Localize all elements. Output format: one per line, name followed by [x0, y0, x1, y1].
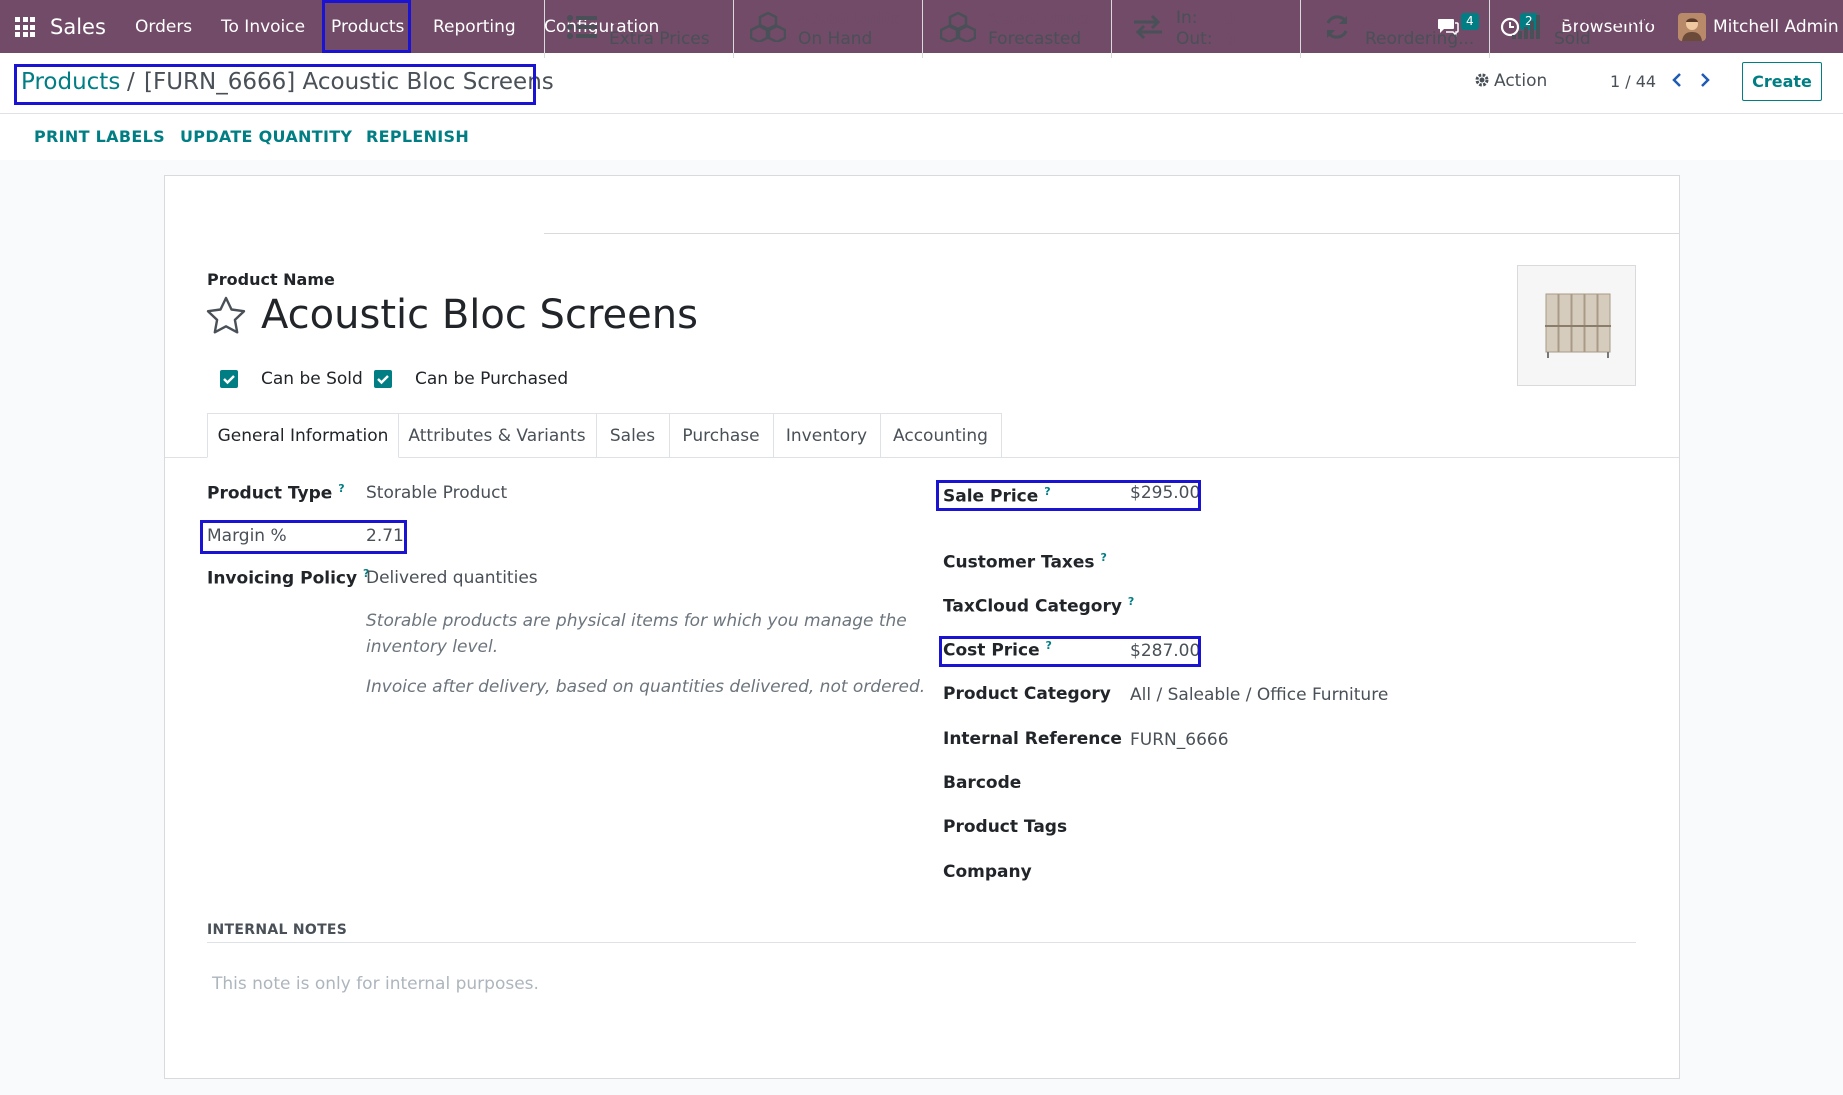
reordering-label: Reordering...	[1365, 29, 1475, 49]
signal-bars-icon	[1512, 14, 1542, 44]
out-value: 0	[1224, 30, 1236, 49]
update-quantity-button[interactable]: UPDATE QUANTITY	[180, 127, 352, 146]
barcode-label: Barcode	[943, 773, 1022, 793]
can-be-sold-checkbox[interactable]	[220, 370, 238, 388]
tab-general-information[interactable]: General Information	[207, 413, 399, 458]
product-type-label: Product Type ?	[207, 482, 345, 504]
barcode-input[interactable]	[1130, 769, 1490, 797]
internal-notes-input[interactable]: This note is only for internal purposes.	[212, 974, 539, 994]
user-avatar[interactable]	[1678, 0, 1706, 53]
extra-prices-button[interactable]: 0 Extra Prices	[544, 0, 734, 58]
chevron-right-icon[interactable]	[1699, 72, 1711, 93]
on-hand-value: 40.00 Units	[798, 9, 902, 28]
product-category-label: Product Category	[943, 684, 1111, 704]
extra-prices-label: Extra Prices	[609, 29, 710, 49]
can-be-sold-label[interactable]: Can be Sold	[261, 369, 363, 389]
cubes-icon	[749, 11, 787, 47]
reordering-button[interactable]: 0 Reordering...	[1300, 0, 1490, 58]
invoicing-policy-note: Invoice after delivery, based on quantit…	[366, 677, 926, 697]
tab-attributes-variants[interactable]: Attributes & Variants	[398, 413, 597, 458]
apps-menu-icon[interactable]	[15, 17, 35, 37]
help-icon[interactable]: ?	[338, 482, 344, 495]
list-icon	[567, 14, 597, 45]
forecasted-value: 20.00 Units	[988, 9, 1092, 28]
tab-accounting[interactable]: Accounting	[880, 413, 1002, 458]
smart-buttons-bar	[544, 176, 1679, 234]
company-input[interactable]	[1130, 858, 1490, 886]
on-hand-button[interactable]: 40.00 Units On Hand	[733, 0, 923, 58]
customer-taxes-label: Customer Taxes ?	[943, 551, 1107, 573]
highlight-breadcrumb	[14, 64, 536, 105]
gear-icon[interactable]	[1474, 72, 1490, 93]
refresh-icon	[1323, 13, 1351, 46]
product-category-value[interactable]: All / Saleable / Office Furniture	[1130, 685, 1388, 705]
product-type-value[interactable]: Storable Product	[366, 483, 507, 503]
on-hand-label: On Hand	[798, 29, 873, 49]
company-label: Company	[943, 862, 1032, 882]
user-name[interactable]: Mitchell Admin	[1713, 0, 1839, 53]
highlight-cost-price	[939, 636, 1201, 667]
invoicing-policy-label-text: Invoicing Policy	[207, 568, 358, 589]
highlight-margin	[200, 520, 407, 554]
menu-reporting[interactable]: Reporting	[433, 0, 516, 53]
star-favorite-icon[interactable]	[206, 296, 246, 339]
tab-sales[interactable]: Sales	[596, 413, 670, 458]
forecasted-button[interactable]: 20.00 Units Forecasted	[922, 0, 1112, 58]
can-be-purchased-label[interactable]: Can be Purchased	[415, 369, 568, 389]
reordering-value: 0	[1365, 9, 1377, 28]
tab-inventory[interactable]: Inventory	[773, 413, 881, 458]
pager-value[interactable]: 1 / 44	[1610, 72, 1656, 91]
taxcloud-category-label-text: TaxCloud Category	[943, 596, 1122, 617]
product-tags-label: Product Tags	[943, 817, 1068, 837]
product-name[interactable]: Acoustic Bloc Screens	[261, 292, 698, 338]
sold-label: Sold	[1554, 29, 1591, 49]
product-image[interactable]	[1517, 265, 1636, 386]
in-label: In:	[1176, 8, 1198, 28]
tab-purchase[interactable]: Purchase	[669, 413, 774, 458]
product-type-note-line1: Storable products are physical items for…	[366, 611, 907, 631]
in-value: 0	[1224, 9, 1236, 28]
internal-notes-divider	[207, 942, 1636, 943]
invoicing-policy-value[interactable]: Delivered quantities	[366, 568, 538, 588]
sold-button[interactable]: 47.00 Units Sold	[1489, 0, 1679, 58]
highlight-sale-price	[936, 480, 1201, 511]
product-type-label-text: Product Type	[207, 483, 333, 504]
cubes-forecast-icon	[939, 11, 977, 47]
action-button[interactable]: Action	[1494, 71, 1547, 91]
extra-prices-value: 0	[609, 9, 621, 28]
product-name-label: Product Name	[207, 270, 335, 289]
in-out-button[interactable]: In: 0 Out: 0	[1111, 0, 1301, 58]
chevron-left-icon[interactable]	[1671, 72, 1683, 93]
product-tags-input[interactable]	[1130, 813, 1490, 841]
internal-reference-label: Internal Reference	[943, 729, 1122, 749]
sold-value: 47.00 Units	[1554, 9, 1658, 28]
invoicing-policy-label: Invoicing Policy ?	[207, 567, 369, 589]
can-be-purchased-checkbox[interactable]	[374, 370, 392, 388]
app-name[interactable]: Sales	[50, 0, 106, 53]
out-label: Out:	[1176, 29, 1213, 49]
menu-orders[interactable]: Orders	[135, 0, 192, 53]
forecasted-label: Forecasted	[988, 29, 1082, 49]
highlight-products-menu	[322, 0, 411, 53]
replenish-button[interactable]: REPLENISH	[366, 127, 469, 146]
exchange-arrows-icon	[1132, 14, 1164, 45]
print-labels-button[interactable]: PRINT LABELS	[34, 127, 165, 146]
internal-notes-title: INTERNAL NOTES	[207, 922, 348, 938]
create-button[interactable]: Create	[1742, 62, 1822, 101]
product-type-note-line2: inventory level.	[366, 637, 499, 657]
taxcloud-category-label: TaxCloud Category ?	[943, 595, 1134, 617]
customer-taxes-label-text: Customer Taxes	[943, 552, 1095, 573]
internal-reference-value[interactable]: FURN_6666	[1130, 730, 1229, 750]
menu-to-invoice[interactable]: To Invoice	[221, 0, 305, 53]
help-icon[interactable]: ?	[1100, 551, 1106, 564]
help-icon[interactable]: ?	[1128, 595, 1134, 608]
